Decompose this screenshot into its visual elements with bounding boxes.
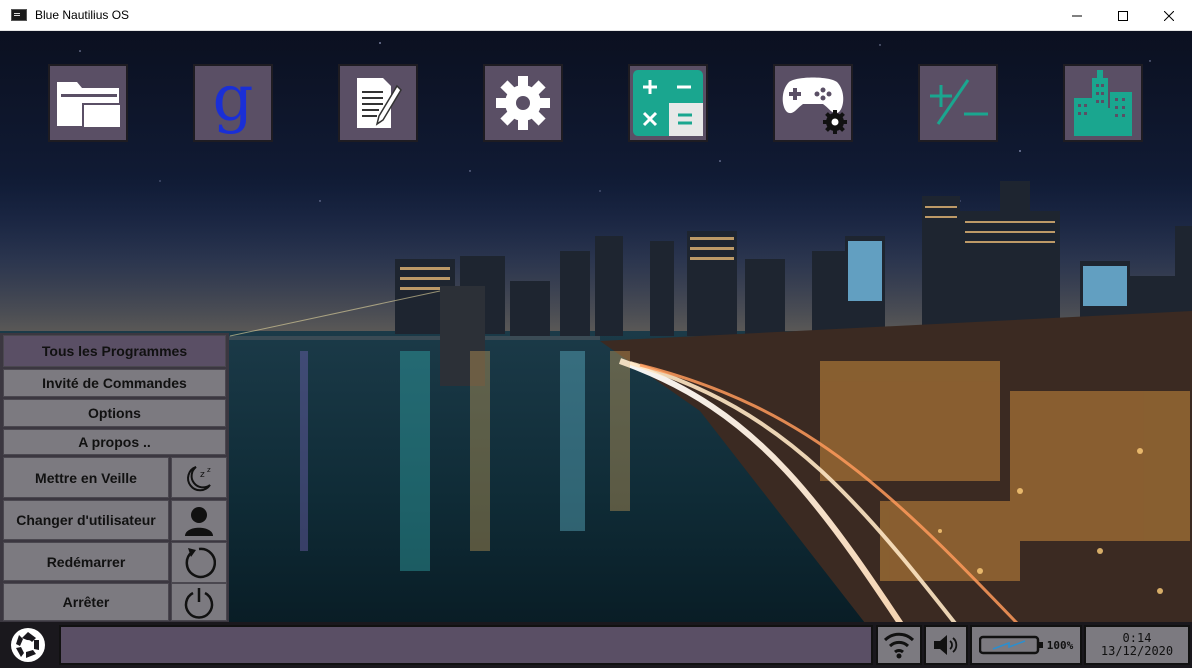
minimize-icon xyxy=(1072,15,1082,16)
switch-user-icon-button[interactable] xyxy=(171,500,227,541)
gear-icon xyxy=(496,76,550,130)
restart-button[interactable]: Redémarrer xyxy=(3,542,169,581)
sleep-moon-icon: z z xyxy=(187,466,211,491)
power-icon xyxy=(184,588,214,619)
clock[interactable]: 0:14 13/12/2020 xyxy=(1084,625,1190,665)
switch-user-button[interactable]: Changer d'utilisateur xyxy=(3,500,169,540)
calculator-icon xyxy=(633,70,703,136)
svg-text:z: z xyxy=(207,466,211,474)
volume-button[interactable] xyxy=(924,625,968,665)
close-icon xyxy=(1164,10,1174,21)
close-button[interactable] xyxy=(1146,0,1192,31)
title-bar: Blue Nautilius OS xyxy=(0,0,1192,31)
user-icon xyxy=(185,506,213,536)
maximize-button[interactable] xyxy=(1100,0,1146,31)
document-edit-icon xyxy=(357,78,402,128)
aperture-icon xyxy=(11,628,45,662)
battery-indicator[interactable]: 100% xyxy=(970,625,1082,665)
svg-text:z: z xyxy=(200,470,205,480)
plus-minus-shortcut[interactable] xyxy=(918,64,998,142)
calculator-shortcut[interactable] xyxy=(628,64,708,142)
start-menu: Tous les Programmes Invité de Commandes … xyxy=(0,333,229,622)
sleep-icon-button[interactable]: z z xyxy=(171,457,227,498)
task-area[interactable] xyxy=(59,625,873,665)
clock-date: 13/12/2020 xyxy=(1100,644,1174,658)
battery-percent: 100% xyxy=(1046,638,1074,652)
folder-icon xyxy=(57,82,121,128)
settings-shortcut[interactable] xyxy=(483,64,563,142)
about-button[interactable]: A propos .. xyxy=(3,429,226,455)
window-controls xyxy=(1054,0,1192,31)
start-button[interactable] xyxy=(2,625,54,665)
battery-icon xyxy=(978,635,1043,655)
gamepad-gear-icon xyxy=(782,77,847,134)
game-settings-shortcut[interactable] xyxy=(773,64,853,142)
shutdown-button[interactable]: Arrêter xyxy=(3,583,169,621)
text-editor-shortcut[interactable] xyxy=(338,64,418,142)
maximize-icon xyxy=(1118,10,1128,21)
plus-minus-icon xyxy=(930,79,988,125)
speaker-icon xyxy=(934,635,958,655)
city-shortcut[interactable] xyxy=(1063,64,1143,142)
minimize-button[interactable] xyxy=(1054,0,1100,31)
wifi-icon xyxy=(883,632,915,659)
file-explorer-shortcut[interactable] xyxy=(48,64,128,142)
building-icon xyxy=(1074,70,1132,136)
restart-icon xyxy=(185,547,216,578)
sleep-button[interactable]: Mettre en Veille xyxy=(3,457,169,498)
all-programs-button[interactable]: Tous les Programmes xyxy=(3,335,226,367)
wifi-button[interactable] xyxy=(876,625,922,665)
app-console-icon xyxy=(11,9,27,21)
shutdown-icon-button[interactable] xyxy=(171,583,227,621)
google-g-icon: g xyxy=(212,62,254,136)
restart-icon-button[interactable] xyxy=(171,542,227,583)
desktop: g Tous les Programmes Invité de Commande… xyxy=(0,31,1192,668)
google-shortcut[interactable]: g xyxy=(193,64,273,142)
options-button[interactable]: Options xyxy=(3,399,226,427)
command-prompt-button[interactable]: Invité de Commandes xyxy=(3,369,226,397)
window-title: Blue Nautilius OS xyxy=(35,8,130,22)
